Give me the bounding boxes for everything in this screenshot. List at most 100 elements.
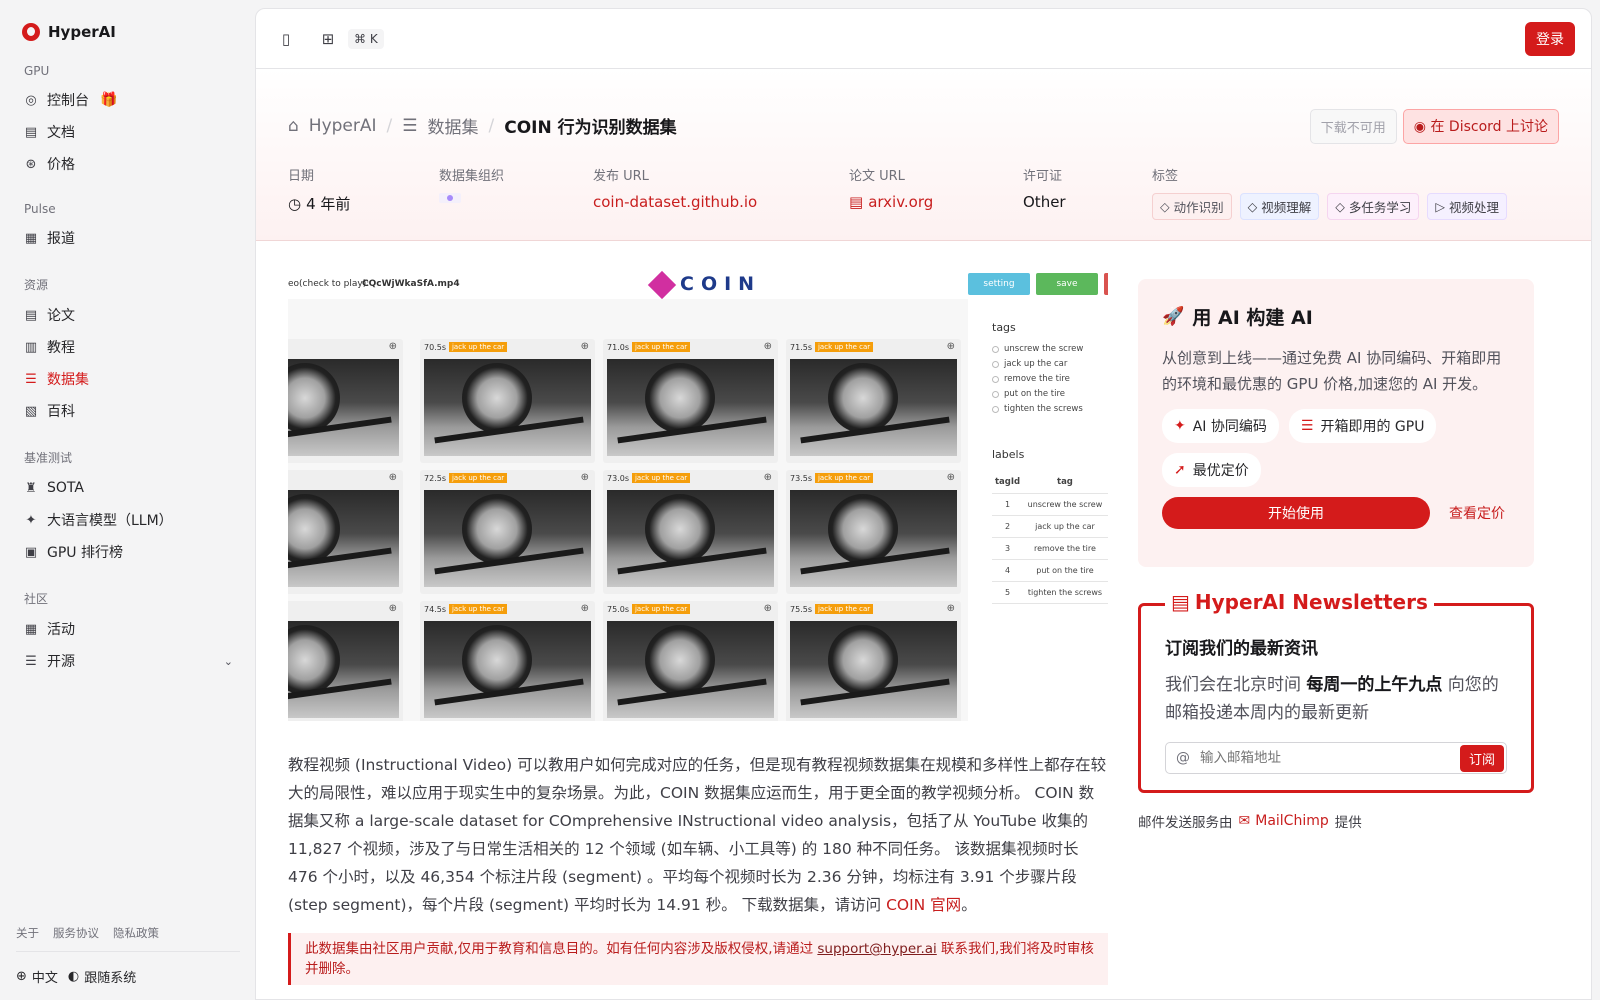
preview-file-label: eo(check to play): <box>288 279 370 289</box>
table-cell: 4 <box>992 559 1024 582</box>
frame-thumbnail <box>288 359 399 456</box>
sidebar-item-sota[interactable]: ♜ SOTA <box>16 472 239 504</box>
frame-time: 75.5s <box>790 604 812 614</box>
support-email-link[interactable]: support@hyper.ai <box>817 941 936 957</box>
frame-thumbnail <box>790 621 957 718</box>
video-frame: up the car⊕ <box>288 601 403 721</box>
globe-icon: ⊕ <box>16 968 27 984</box>
subscribe-button[interactable]: 订阅 <box>1459 744 1504 772</box>
sidebar-toggle-icon[interactable]: ▯ <box>272 25 300 53</box>
zoom-in-icon: ⊕ <box>388 341 397 352</box>
zoom-in-icon: ⊕ <box>580 472 589 483</box>
frame-thumbnail <box>424 359 591 456</box>
sidebar-item-console[interactable]: ◎ 控制台 🎁 <box>16 84 239 116</box>
database-icon: ☰ <box>25 371 37 387</box>
footer-link-privacy[interactable]: 隐私政策 <box>113 925 159 941</box>
tag-icon: ◇ <box>1247 199 1258 214</box>
language-label: 中文 <box>31 970 58 986</box>
tag-option: tighten the screws <box>992 404 1108 414</box>
shortcut-hint[interactable]: ⌘ K <box>348 28 384 49</box>
sidebar-item-papers[interactable]: ▤ 论文 <box>16 299 239 331</box>
zoom-in-icon: ⊕ <box>763 603 772 614</box>
theme-icon: ◐ <box>67 968 80 984</box>
table-cell: 12 <box>1106 581 1108 604</box>
sidebar-item-tutorials[interactable]: ▥ 教程 <box>16 331 239 363</box>
video-frame: 72.5s jack up the car ⊕ <box>420 470 595 594</box>
tag-option: unscrew the screw <box>992 344 1108 354</box>
meta-date: 日期 ◷ 4 年前 <box>288 165 350 214</box>
video-frame: 73.0s jack up the car ⊕ <box>603 470 778 594</box>
sidebar-item-label: 价格 <box>47 157 75 173</box>
brand[interactable]: HyperAI <box>22 20 239 44</box>
footer-link-terms[interactable]: 服务协议 <box>53 925 99 941</box>
sidebar-item-gpu-leaderboard[interactable]: ▣ GPU 排行榜 <box>16 536 239 568</box>
tag-item[interactable]: ▷ 视频处理 <box>1427 193 1508 220</box>
tag-option: jack up the car <box>992 359 1108 369</box>
sidebar-item-news[interactable]: ▦ 报道 <box>16 222 239 254</box>
mailchimp-link[interactable]: ✉ MailChimp <box>1239 813 1329 829</box>
table-cell: 5 <box>992 581 1024 604</box>
preview-setting-button: setting <box>968 273 1030 295</box>
table-row: 4put on the tire10 <box>992 559 1108 582</box>
login-button[interactable]: 登录 <box>1525 21 1575 56</box>
discord-button[interactable]: ◉ 在 Discord 上讨论 <box>1402 109 1559 144</box>
mail-provider-text-end: 提供 <box>1334 815 1362 831</box>
tag-item[interactable]: ◇ 视频理解 <box>1239 193 1320 220</box>
frame-tag: jack up the car <box>448 473 508 483</box>
breadcrumb-home[interactable]: HyperAI <box>309 116 377 136</box>
release-url-link[interactable]: coin-dataset.github.io <box>593 193 757 211</box>
frame-time: 73.5s <box>790 473 812 483</box>
tag-option-label: jack up the car <box>1004 359 1068 369</box>
video-frame: up the car⊕ <box>288 339 403 463</box>
table-header: tag <box>1023 471 1107 494</box>
preview-extra-button <box>1104 273 1108 295</box>
table-row: 3remove the tire10 <box>992 537 1108 560</box>
preview-save-button: save <box>1036 273 1098 295</box>
command-icon[interactable]: ⊞ <box>314 25 342 53</box>
table-cell: tighten the screws <box>1023 581 1107 604</box>
newsletter-desc-bold: 每周一的上午九点 <box>1306 675 1443 695</box>
preview-frame-grid: up the car⊕70.5sjack up the car⊕71.0sjac… <box>288 299 968 721</box>
sidebar-item-events[interactable]: ▦ 活动 <box>16 613 239 645</box>
sidebar-item-datasets[interactable]: ☰ 数据集 <box>16 363 239 395</box>
sidebar-item-docs[interactable]: ▤ 文档 <box>16 116 239 148</box>
sidebar-item-wiki[interactable]: ▧ 百科 <box>16 395 239 427</box>
breadcrumb: ⌂ HyperAI / ☰ 数据集 / COIN 行为识别数据集 <box>288 113 677 139</box>
view-pricing-link[interactable]: 查看定价 <box>1449 503 1505 523</box>
coin-website-link[interactable]: COIN 官网 <box>886 896 961 914</box>
org-logo-icon[interactable] <box>439 193 461 203</box>
video-icon: ▷ <box>1435 199 1446 214</box>
sidebar-item-label: 报道 <box>47 231 75 247</box>
paper-icon: ▤ <box>849 193 864 211</box>
video-frame: 71.0s jack up the car ⊕ <box>603 339 778 463</box>
frame-thumbnail <box>607 359 774 456</box>
footer-settings: ⊕ 中文 ◐ 跟随系统 <box>16 952 240 1000</box>
email-input[interactable] <box>1200 750 1450 766</box>
download-button[interactable]: 下载不可用 <box>1309 109 1397 144</box>
language-selector[interactable]: ⊕ 中文 <box>16 967 58 986</box>
sidebar-item-label: 文档 <box>47 125 75 141</box>
paper-url-link[interactable]: ▤ arxiv.org <box>849 193 933 211</box>
get-started-button[interactable]: 开始使用 <box>1162 497 1430 529</box>
tag-item[interactable]: ◇ 动作识别 <box>1152 193 1232 220</box>
sidebar-item-opensource[interactable]: ☰ 开源 ⌄ <box>16 645 239 677</box>
tag-option-label: remove the tire <box>1004 374 1070 384</box>
zoom-in-icon: ⊕ <box>946 341 955 352</box>
theme-selector[interactable]: ◐ 跟随系统 <box>68 967 136 986</box>
meta-url: 发布 URL coin-dataset.github.io <box>593 165 757 211</box>
promo-features: ✦ AI 协同编码 ☰ 开箱即用的 GPU ➚ 最优定价 <box>1162 409 1462 487</box>
footer-link-about[interactable]: 关于 <box>16 925 39 941</box>
newspaper-icon: ▤ <box>1171 590 1190 614</box>
tag-item[interactable]: ◇ 多任务学习 <box>1327 193 1420 220</box>
frame-thumbnail <box>607 490 774 587</box>
table-cell: 3 <box>1106 493 1108 516</box>
sidebar-item-llm[interactable]: ✦ 大语言模型（LLM） <box>16 504 239 536</box>
sidebar-item-label: 控制台 <box>47 93 89 109</box>
trophy-icon: ♜ <box>25 480 37 496</box>
frame-caption: 73.0s jack up the car <box>607 473 691 483</box>
discord-label: 在 Discord 上讨论 <box>1430 119 1548 135</box>
license-value: Other <box>1023 193 1066 211</box>
video-frame: 75.0s jack up the car ⊕ <box>603 601 778 721</box>
sidebar-item-pricing[interactable]: ⊛ 价格 <box>16 148 239 180</box>
breadcrumb-datasets[interactable]: 数据集 <box>428 113 479 138</box>
